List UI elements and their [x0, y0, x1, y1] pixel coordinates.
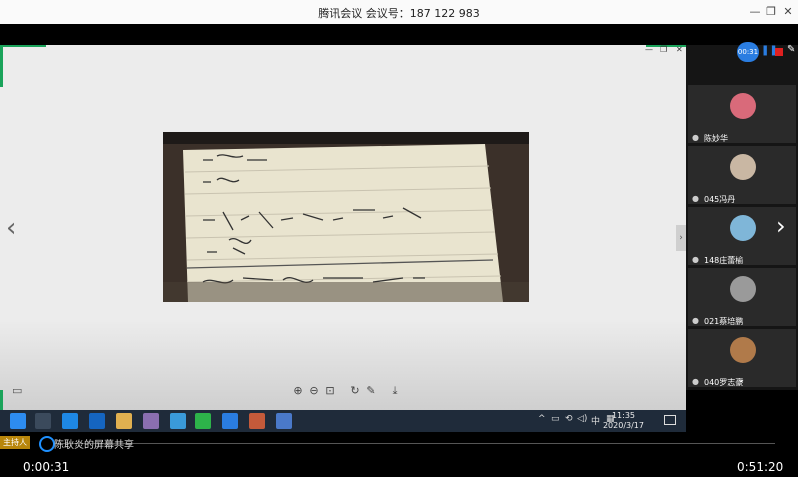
avatar: [730, 337, 756, 363]
windows-taskbar: ^ ▭ ⟲ ◁) 中 ▦ 11:35 2020/3/17: [0, 410, 686, 432]
user-icon: ●: [692, 255, 699, 264]
progress-track[interactable]: [40, 443, 775, 444]
note-image: [163, 132, 529, 302]
participant-name: 045冯丹: [704, 195, 736, 204]
monitor-app-icon[interactable]: [170, 413, 186, 429]
edge-browser-icon[interactable]: [89, 413, 105, 429]
host-badge: 主持人: [0, 436, 30, 449]
rotate-icon[interactable]: ↻: [348, 384, 362, 397]
start-icon[interactable]: [10, 413, 26, 429]
pen-icon[interactable]: ✎: [787, 44, 795, 55]
avatar: [730, 154, 756, 180]
window-title: 腾讯会议 会议号：187 122 983: [318, 7, 480, 20]
input-method-label[interactable]: 中: [591, 414, 600, 427]
shared-restore-icon[interactable]: ❐: [660, 45, 667, 54]
wechat-icon[interactable]: [195, 413, 211, 429]
next-page-arrow-icon[interactable]: ›: [776, 212, 786, 240]
avatar: [730, 93, 756, 119]
volume-icon[interactable]: ◁): [577, 414, 587, 424]
network-icon[interactable]: ⟲: [565, 414, 573, 424]
recording-timer: 00:31: [737, 42, 759, 62]
ie-browser-icon[interactable]: [62, 413, 78, 429]
user-icon: ●: [692, 316, 699, 325]
current-time: 0:00:31: [23, 460, 70, 474]
side-handle-icon[interactable]: ›: [676, 225, 686, 251]
user-icon: ●: [692, 194, 699, 203]
close-button[interactable]: ✕: [779, 3, 797, 21]
shared-close-icon[interactable]: ✕: [676, 45, 683, 54]
app-icon[interactable]: [276, 413, 292, 429]
total-time: 0:51:20: [737, 460, 784, 474]
tray-expand-icon[interactable]: ^: [538, 414, 546, 424]
zoom-in-icon[interactable]: ⊕: [291, 384, 305, 397]
restore-button[interactable]: ❐: [762, 3, 780, 21]
battery-icon[interactable]: ▭: [551, 414, 560, 424]
edit-icon[interactable]: ✎: [364, 384, 378, 397]
handwritten-note-photo: [163, 132, 529, 302]
participant-tile[interactable]: ● 陈妙华: [688, 85, 796, 143]
participant-name: 148庄蕾榆: [704, 256, 744, 265]
participant-name: 陈妙华: [704, 134, 728, 143]
stop-icon[interactable]: [775, 48, 783, 56]
fit-screen-icon[interactable]: ⊡: [323, 384, 337, 397]
green-corner-mark: [0, 45, 3, 87]
file-explorer-icon[interactable]: [116, 413, 132, 429]
screen-gradient: [0, 320, 686, 410]
participant-tile[interactable]: ● 045冯丹: [688, 146, 796, 204]
app-icon[interactable]: [143, 413, 159, 429]
clock-time: 11:35: [611, 411, 636, 420]
shared-minimize-icon[interactable]: —: [645, 45, 653, 54]
title-bar: 腾讯会议 会议号：187 122 983 — ❐ ✕: [0, 0, 798, 24]
user-icon: ●: [692, 133, 699, 142]
participant-name: 021蔡培鹏: [704, 317, 744, 326]
previous-arrow-icon[interactable]: ‹: [6, 213, 16, 243]
taskbar-clock[interactable]: 11:35 2020/3/17: [603, 411, 644, 431]
green-corner-mark: [0, 390, 3, 410]
app-icon[interactable]: [249, 413, 265, 429]
chevron-down-icon[interactable]: ⌄: [737, 374, 745, 385]
progress-knob[interactable]: [39, 436, 56, 452]
screen-share-label: 陈耿炎的屏幕共享: [54, 440, 134, 451]
user-icon: ●: [692, 377, 699, 386]
clock-date: 2020/3/17: [602, 421, 644, 430]
green-corner-mark: [0, 45, 46, 47]
avatar: [730, 276, 756, 302]
shared-screen[interactable]: — ❐ ✕ ‹ › ⊕ ⊖ ⊡ ↻ ✎ ⤓ ▭: [0, 45, 686, 410]
monitor-icon[interactable]: ▭: [12, 384, 22, 397]
avatar: [730, 215, 756, 241]
share-info-bar: 主持人 陈耿炎的屏幕共享: [0, 434, 798, 452]
tencent-meeting-icon[interactable]: [222, 413, 238, 429]
task-view-icon[interactable]: [35, 413, 51, 429]
participant-tile[interactable]: ● 021蔡培鹏: [688, 268, 796, 326]
zoom-out-icon[interactable]: ⊖: [307, 384, 321, 397]
download-icon[interactable]: ⤓: [388, 384, 402, 398]
notification-icon[interactable]: [664, 415, 676, 425]
